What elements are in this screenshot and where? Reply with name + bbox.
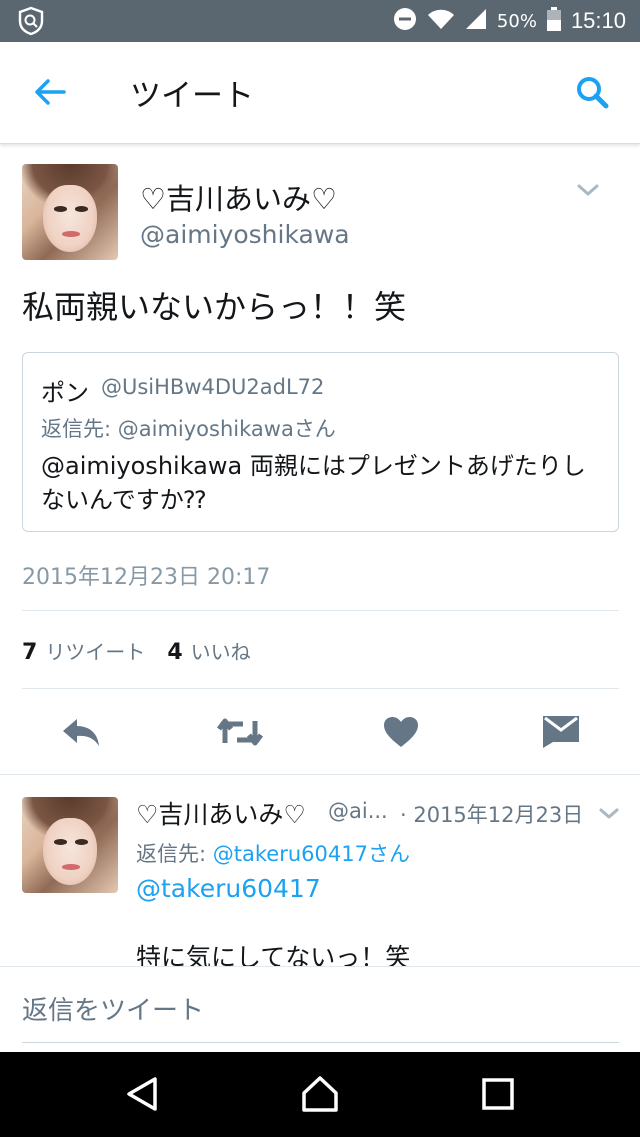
author-name[interactable]: ♡吉川あいみ♡ (140, 176, 337, 218)
nav-recents-button[interactable] (474, 1072, 522, 1120)
divider (0, 774, 640, 775)
battery-icon (546, 7, 561, 35)
divider (22, 610, 619, 611)
app-bar: ツイート (0, 42, 640, 144)
tweet-stats: 7 リツイート 4 いいね (22, 636, 251, 665)
quoted-author-handle: @UsiHBw4DU2adL72 (101, 375, 325, 399)
nav-home-button[interactable] (296, 1072, 344, 1120)
like-label: いいね (190, 640, 251, 664)
battery-percent: 50% (496, 10, 537, 32)
reply-to-prefix: 返信先: (136, 842, 213, 866)
tweet-text: 私両親いないからっ！！笑 (22, 288, 407, 326)
divider (22, 688, 619, 689)
nav-recents-icon (481, 1077, 515, 1115)
tweet-timestamp: 2015年12月23日 20:17 (22, 565, 271, 590)
status-bar: 50% 15:10 (0, 0, 640, 42)
search-icon (575, 75, 609, 113)
reply-button[interactable] (56, 712, 106, 756)
retweet-button[interactable] (215, 712, 265, 756)
quoted-tweet[interactable]: ポン @UsiHBw4DU2adL72 返信先: @aimiyoshikawaさ… (22, 352, 619, 532)
retweet-count: 7 (22, 640, 38, 665)
message-icon (542, 715, 580, 753)
reply-date: · 2015年12月23日 (400, 803, 584, 827)
reply-author-name[interactable]: ♡吉川あいみ♡ (136, 795, 306, 831)
dnd-icon (393, 7, 417, 35)
reply-to-link[interactable]: @takeru60417さん (213, 842, 410, 866)
like-count: 4 (167, 640, 183, 665)
heart-icon (383, 716, 419, 752)
shield-icon (16, 6, 46, 36)
direct-message-button[interactable] (536, 712, 586, 756)
reply-author-handle[interactable]: @ai... (328, 799, 388, 823)
avatar[interactable] (22, 164, 118, 260)
signal-icon (465, 8, 487, 34)
nav-back-icon (125, 1076, 159, 1116)
like-stat[interactable]: 4 いいね (167, 636, 250, 665)
retweet-icon (215, 715, 265, 753)
nav-back-button[interactable] (118, 1072, 166, 1120)
navigation-bar (0, 1052, 640, 1137)
like-button[interactable] (376, 712, 426, 756)
reply-icon (60, 716, 102, 752)
reply-mention[interactable]: @takeru60417 (136, 874, 321, 903)
quoted-reply-to: 返信先: @aimiyoshikawaさん (41, 417, 336, 441)
reply-input[interactable]: 返信をツイート (22, 990, 204, 1027)
quoted-text: @aimiyoshikawa 両親にはプレゼントあげたりしないんですか⁇ (41, 452, 586, 514)
retweet-label: リツイート (45, 640, 146, 664)
reply-to: 返信先: @takeru60417さん (136, 838, 410, 868)
wifi-icon (427, 8, 455, 34)
nav-home-icon (300, 1075, 340, 1117)
action-bar (0, 704, 640, 764)
back-button[interactable] (28, 72, 72, 116)
author-handle[interactable]: @aimiyoshikawa (140, 220, 350, 249)
page-title: ツイート (130, 78, 254, 114)
input-underline (22, 1042, 619, 1043)
search-button[interactable] (570, 72, 614, 116)
reply-avatar[interactable] (22, 797, 118, 893)
retweet-stat[interactable]: 7 リツイート (22, 636, 145, 665)
chevron-down-icon[interactable] (596, 804, 622, 824)
quoted-author-name: ポン (41, 379, 89, 407)
back-arrow-icon (34, 78, 66, 110)
clock: 15:10 (570, 8, 626, 33)
chevron-down-icon[interactable] (572, 178, 604, 202)
